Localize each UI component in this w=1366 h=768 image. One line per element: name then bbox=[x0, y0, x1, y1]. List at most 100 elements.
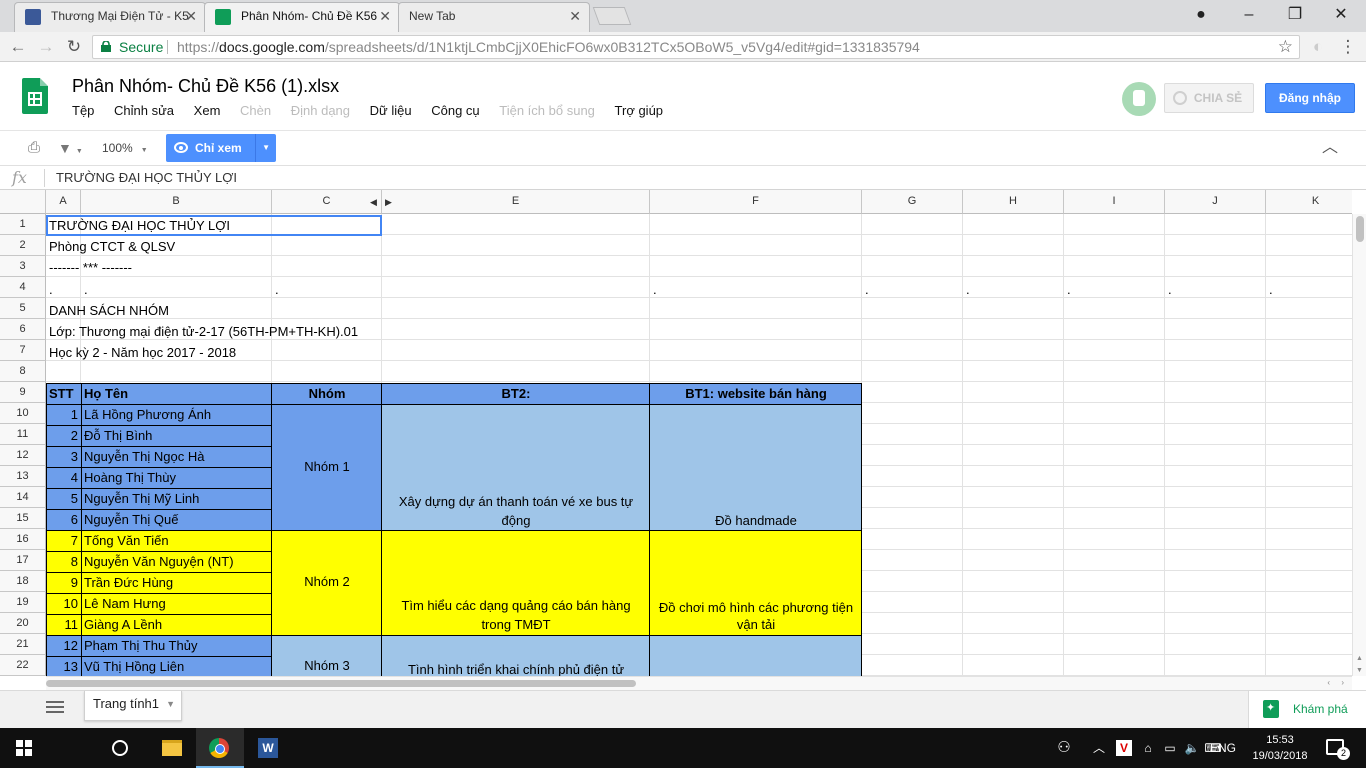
reload-icon[interactable]: ↻ bbox=[62, 35, 86, 59]
student-name[interactable]: Nguyễn Thị Mỹ Linh bbox=[81, 491, 202, 506]
row-header-15[interactable]: 15 bbox=[0, 508, 46, 529]
menu-insert[interactable]: Chèn bbox=[240, 103, 271, 118]
select-all-corner[interactable] bbox=[0, 190, 46, 214]
collapse-header-icon[interactable]: ︿ bbox=[1322, 131, 1338, 165]
row-header-7[interactable]: 7 bbox=[0, 340, 46, 361]
start-button[interactable] bbox=[0, 728, 48, 768]
student-stt[interactable]: 3 bbox=[46, 449, 81, 464]
system-clock[interactable]: 15:53 19/03/2018 bbox=[1244, 732, 1316, 764]
column-header-g[interactable]: G bbox=[862, 190, 963, 214]
minimize-icon[interactable]: – bbox=[1238, 4, 1260, 26]
browser-tab-sheets[interactable]: Phân Nhóm- Chủ Đề K56 ✕ bbox=[204, 2, 400, 32]
row-header-3[interactable]: 3 bbox=[0, 256, 46, 277]
row-header-2[interactable]: 2 bbox=[0, 235, 46, 256]
header-bt1[interactable]: BT1: website bán hàng bbox=[650, 386, 862, 401]
extension-icon[interactable]: ◐ bbox=[1306, 35, 1330, 59]
row-header-5[interactable]: 5 bbox=[0, 298, 46, 319]
cell-a5[interactable]: DANH SÁCH NHÓM bbox=[46, 303, 172, 318]
row-header-12[interactable]: 12 bbox=[0, 445, 46, 466]
group-3-name[interactable]: Nhóm 3 bbox=[272, 658, 382, 673]
row-header-6[interactable]: 6 bbox=[0, 319, 46, 340]
window-close-icon[interactable]: ✕ bbox=[1330, 4, 1352, 26]
student-name[interactable]: Giàng A Lềnh bbox=[81, 617, 165, 632]
scroll-left-icon[interactable]: ‹ bbox=[1327, 678, 1330, 687]
cell-g4[interactable]: . bbox=[862, 282, 872, 297]
column-header-c[interactable]: C bbox=[272, 190, 382, 214]
student-name[interactable]: Nguyễn Thị Ngọc Hà bbox=[81, 449, 207, 464]
row-header-13[interactable]: 13 bbox=[0, 466, 46, 487]
anonymous-user-icon[interactable] bbox=[1122, 82, 1156, 116]
search-button[interactable] bbox=[48, 728, 128, 768]
student-stt[interactable]: 11 bbox=[46, 617, 81, 632]
formula-input[interactable]: TRƯỜNG ĐẠI HỌC THỦY LỢI bbox=[56, 170, 237, 185]
cell-a3[interactable]: ------- *** ------- bbox=[46, 260, 135, 275]
group-2-bt2[interactable]: Tìm hiểu các dạng quảng cáo bán hàng tro… bbox=[382, 596, 650, 634]
task-view-button[interactable] bbox=[96, 728, 224, 768]
student-stt[interactable]: 8 bbox=[46, 554, 81, 569]
file-explorer-button[interactable] bbox=[148, 728, 196, 768]
row-header-22[interactable]: 22 bbox=[0, 655, 46, 676]
student-stt[interactable]: 1 bbox=[46, 407, 81, 422]
header-bt2[interactable]: BT2: bbox=[382, 386, 650, 401]
row-header-11[interactable]: 11 bbox=[0, 424, 46, 445]
cell-i4[interactable]: . bbox=[1064, 282, 1074, 297]
hidden-column-right-arrow-icon[interactable]: ▶ bbox=[385, 197, 392, 208]
row-header-16[interactable]: 16 bbox=[0, 529, 46, 550]
antivirus-icon[interactable]: V bbox=[1114, 728, 1134, 768]
student-stt[interactable]: 10 bbox=[46, 596, 81, 611]
row-header-18[interactable]: 18 bbox=[0, 571, 46, 592]
menu-tools[interactable]: Công cụ bbox=[431, 103, 479, 118]
student-stt[interactable]: 13 bbox=[46, 659, 81, 674]
menu-file[interactable]: Tệp bbox=[72, 103, 94, 118]
group-1-bt1[interactable]: Đồ handmade bbox=[650, 511, 862, 530]
cell-a7[interactable]: Học kỳ 2 - Năm học 2017 - 2018 bbox=[46, 345, 239, 360]
close-icon[interactable]: ✕ bbox=[379, 3, 391, 29]
column-header-f[interactable]: F bbox=[650, 190, 862, 214]
student-name[interactable]: Lã Hồng Phương Ánh bbox=[81, 407, 214, 422]
row-header-20[interactable]: 20 bbox=[0, 613, 46, 634]
student-stt[interactable]: 5 bbox=[46, 491, 81, 506]
chevron-down-icon[interactable]: ▼ bbox=[262, 134, 270, 162]
people-icon[interactable]: ⚇ bbox=[1052, 728, 1076, 768]
student-name[interactable]: Phạm Thị Thu Thủy bbox=[81, 638, 200, 653]
group-1-name[interactable]: Nhóm 1 bbox=[272, 459, 382, 474]
row-header-9[interactable]: 9 bbox=[0, 382, 46, 403]
column-header-i[interactable]: I bbox=[1064, 190, 1165, 214]
student-stt[interactable]: 9 bbox=[46, 575, 81, 590]
column-header-j[interactable]: J bbox=[1165, 190, 1266, 214]
student-name[interactable]: Nguyễn Văn Nguyện (NT) bbox=[81, 554, 237, 569]
row-header-4[interactable]: 4 bbox=[0, 277, 46, 298]
cell-a4[interactable]: . bbox=[46, 282, 56, 297]
cell-a1[interactable]: TRƯỜNG ĐẠI HỌC THỦY LỢI bbox=[46, 218, 233, 233]
login-button[interactable]: Đăng nhập bbox=[1265, 83, 1355, 113]
column-header-k[interactable]: K bbox=[1266, 190, 1352, 214]
row-header-19[interactable]: 19 bbox=[0, 592, 46, 613]
cell-h4[interactable]: . bbox=[963, 282, 973, 297]
menu-data[interactable]: Dữ liệu bbox=[370, 103, 412, 118]
student-stt[interactable]: 2 bbox=[46, 428, 81, 443]
view-only-button[interactable]: Chỉ xem ▼ bbox=[166, 134, 276, 162]
zoom-select[interactable]: 100% ▼ bbox=[102, 131, 148, 165]
horizontal-scrollbar[interactable]: ‹ › bbox=[46, 676, 1352, 690]
column-header-e[interactable]: E bbox=[382, 190, 650, 214]
student-name[interactable]: Hoàng Thị Thùy bbox=[81, 470, 179, 485]
google-sheets-logo-icon[interactable] bbox=[22, 78, 48, 114]
student-name[interactable]: Vũ Thị Hồng Liên bbox=[81, 659, 187, 674]
student-stt[interactable]: 7 bbox=[46, 533, 81, 548]
menu-addons[interactable]: Tiện ích bổ sung bbox=[499, 103, 595, 118]
column-header-h[interactable]: H bbox=[963, 190, 1064, 214]
group-3-bt2[interactable]: Tình hình triển khai chính phủ điện tử bbox=[382, 660, 650, 676]
group-2-name[interactable]: Nhóm 2 bbox=[272, 574, 382, 589]
student-name[interactable]: Nguyễn Thị Quế bbox=[81, 512, 181, 527]
close-icon[interactable]: ✕ bbox=[569, 3, 581, 29]
close-icon[interactable]: ✕ bbox=[185, 3, 197, 29]
menu-edit[interactable]: Chỉnh sửa bbox=[114, 103, 174, 118]
notification-center-icon[interactable]: 2 bbox=[1326, 739, 1350, 760]
chevron-down-icon[interactable]: ▼ bbox=[166, 691, 175, 717]
cell-j4[interactable]: . bbox=[1165, 282, 1175, 297]
scroll-down-icon[interactable]: ▼ bbox=[1356, 667, 1363, 674]
volume-icon[interactable]: 🔈 bbox=[1182, 728, 1202, 768]
language-indicator[interactable]: ENG bbox=[1210, 728, 1236, 768]
monitor-icon[interactable]: ▭ bbox=[1160, 728, 1180, 768]
row-header-1[interactable]: 1 bbox=[0, 214, 46, 235]
